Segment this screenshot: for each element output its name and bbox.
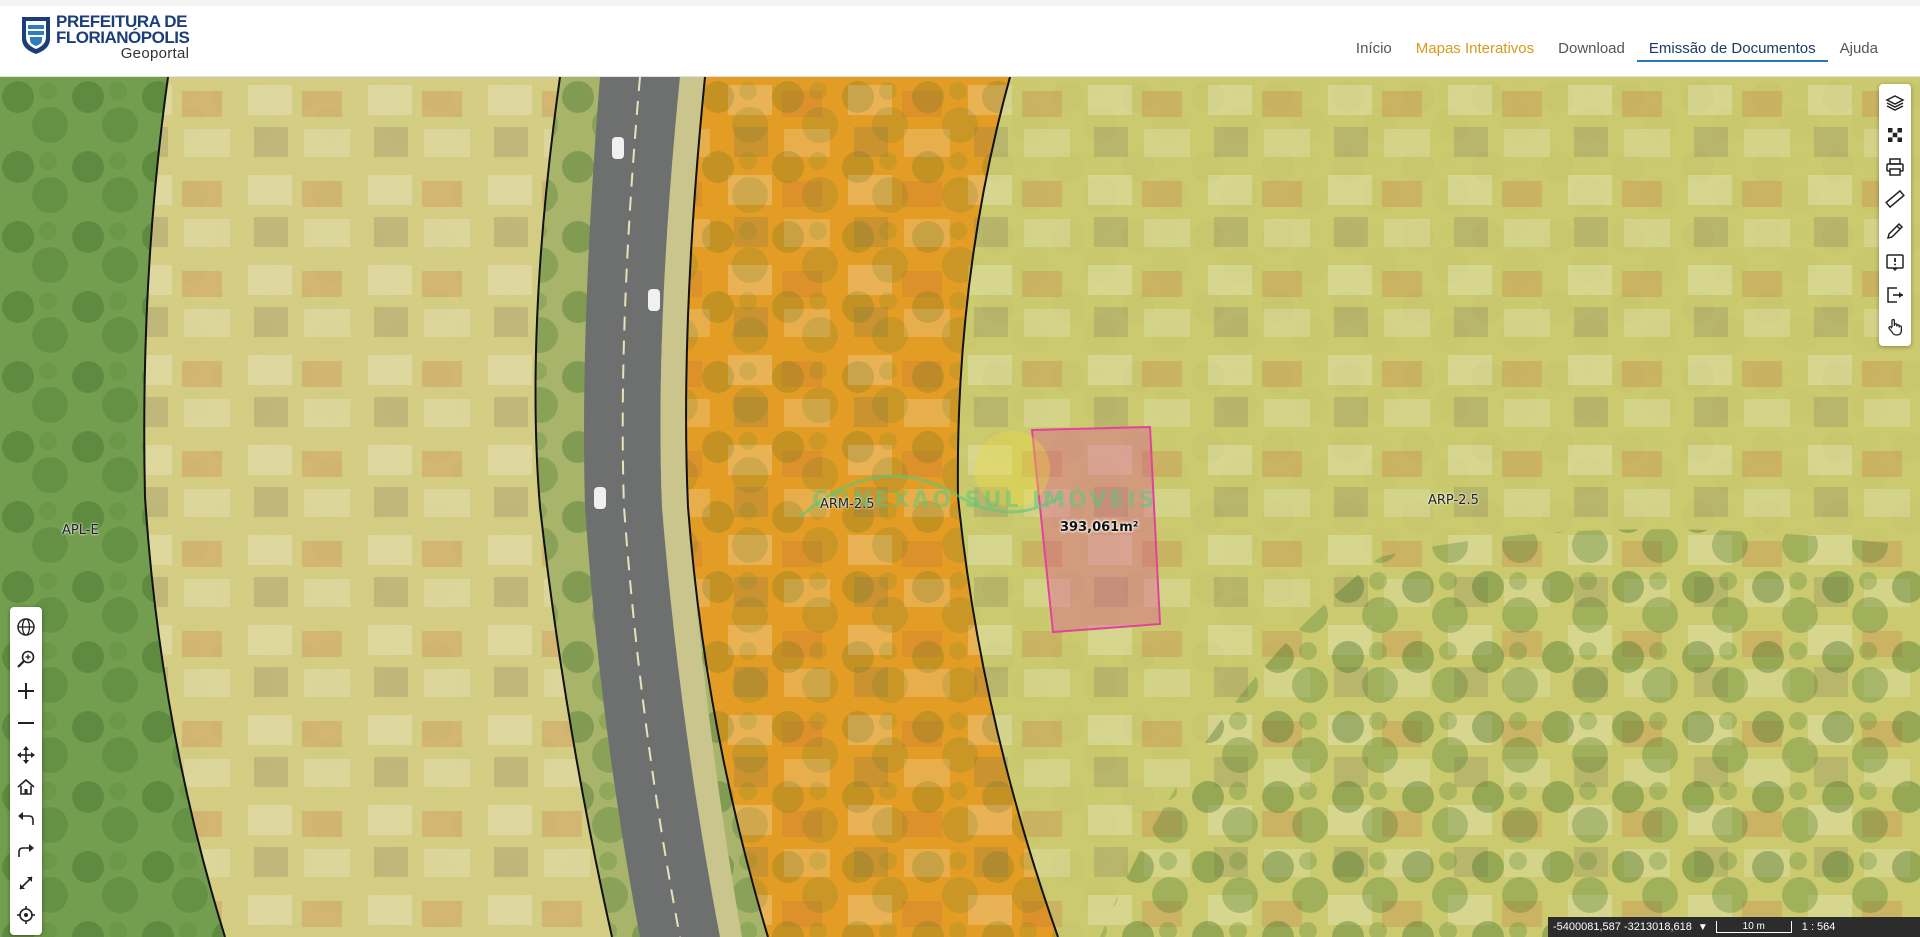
measure-button[interactable] (1879, 183, 1911, 215)
export-icon (1887, 287, 1903, 303)
car (594, 487, 606, 509)
basemap-button[interactable] (1879, 119, 1911, 151)
scale-ratio[interactable]: 1 : 564 (1802, 921, 1836, 933)
fullscreen-icon (19, 876, 33, 890)
export-button[interactable] (1879, 279, 1911, 311)
draw-icon (1886, 222, 1904, 240)
print-button[interactable] (1879, 151, 1911, 183)
logo-line-2: FLORIANÓPOLIS (56, 28, 190, 47)
gps-icon (17, 906, 35, 924)
scale-bar: 10 m (1715, 921, 1792, 933)
draw-button[interactable] (1879, 215, 1911, 247)
zoom-region-button[interactable] (10, 643, 42, 675)
home-icon (17, 778, 35, 795)
parcel-area-label: 393,061m² (1060, 520, 1139, 535)
undo-icon (18, 812, 34, 825)
projection-dropdown-chevron-icon[interactable]: ▼ (1698, 922, 1708, 933)
undo-button[interactable] (10, 803, 42, 835)
measure-icon (1885, 189, 1905, 209)
header-top-strip (0, 0, 1920, 6)
main-nav: Início Mapas Interativos Download Emissã… (1344, 38, 1890, 62)
redo-button[interactable] (10, 835, 42, 867)
nav-ajuda[interactable]: Ajuda (1828, 38, 1890, 62)
pan-icon (17, 746, 35, 764)
zoom-region-icon (17, 650, 35, 668)
print-icon (1886, 158, 1904, 176)
pointer-hand-icon (1888, 318, 1903, 336)
map-status-bar: -5400081,587 -3213018,618 ▼ 10 m 1 : 564 (1548, 917, 1920, 937)
home-button[interactable] (10, 771, 42, 803)
pan-button[interactable] (10, 739, 42, 771)
layers-button[interactable] (1879, 87, 1911, 119)
city-shield-icon (22, 17, 50, 54)
app-header: PREFEITURA DE FLORIANÓPOLIS Geoportal In… (0, 0, 1920, 77)
globe-icon (17, 618, 35, 636)
zoom-in-button[interactable] (10, 675, 42, 707)
globe-button[interactable] (10, 611, 42, 643)
redo-icon (18, 844, 34, 857)
prefeitura-logo[interactable]: PREFEITURA DE FLORIANÓPOLIS Geoportal (20, 13, 190, 70)
nav-download[interactable]: Download (1546, 38, 1637, 62)
zone-label-arm-2-5: ARM-2.5 (820, 497, 875, 512)
zoom-out-button[interactable] (10, 707, 42, 739)
basemap-icon (1888, 128, 1902, 142)
zone-label-apl-e: APL-E (62, 523, 99, 538)
fullscreen-button[interactable] (10, 867, 42, 899)
logo-text: PREFEITURA DE FLORIANÓPOLIS Geoportal (56, 13, 190, 63)
cursor-coordinates: -5400081,587 -3213018,618 (1553, 921, 1692, 933)
logo-line-3: Geoportal (120, 45, 190, 62)
map-tools-toolbar (1879, 84, 1911, 346)
map-canvas[interactable]: CONEXÃO SUL IMÓVEIS APL-E ARM-2.5 ARP-2.… (0, 77, 1920, 937)
car (648, 289, 660, 311)
nav-emissao-documentos[interactable]: Emissão de Documentos (1636, 38, 1828, 62)
zoom-out-icon (18, 722, 34, 724)
gps-button[interactable] (10, 899, 42, 931)
layers-icon (1885, 95, 1905, 111)
car (612, 137, 624, 159)
nav-mapas-interativos[interactable]: Mapas Interativos (1404, 38, 1546, 62)
info-button[interactable] (1879, 247, 1911, 279)
zone-label-arp-2-5: ARP-2.5 (1428, 493, 1479, 508)
map-navigation-toolbar (10, 607, 42, 935)
info-icon (1886, 254, 1904, 271)
nav-inicio[interactable]: Início (1344, 38, 1404, 62)
zoom-in-icon (18, 683, 34, 699)
pointer-hand-button[interactable] (1879, 311, 1911, 343)
